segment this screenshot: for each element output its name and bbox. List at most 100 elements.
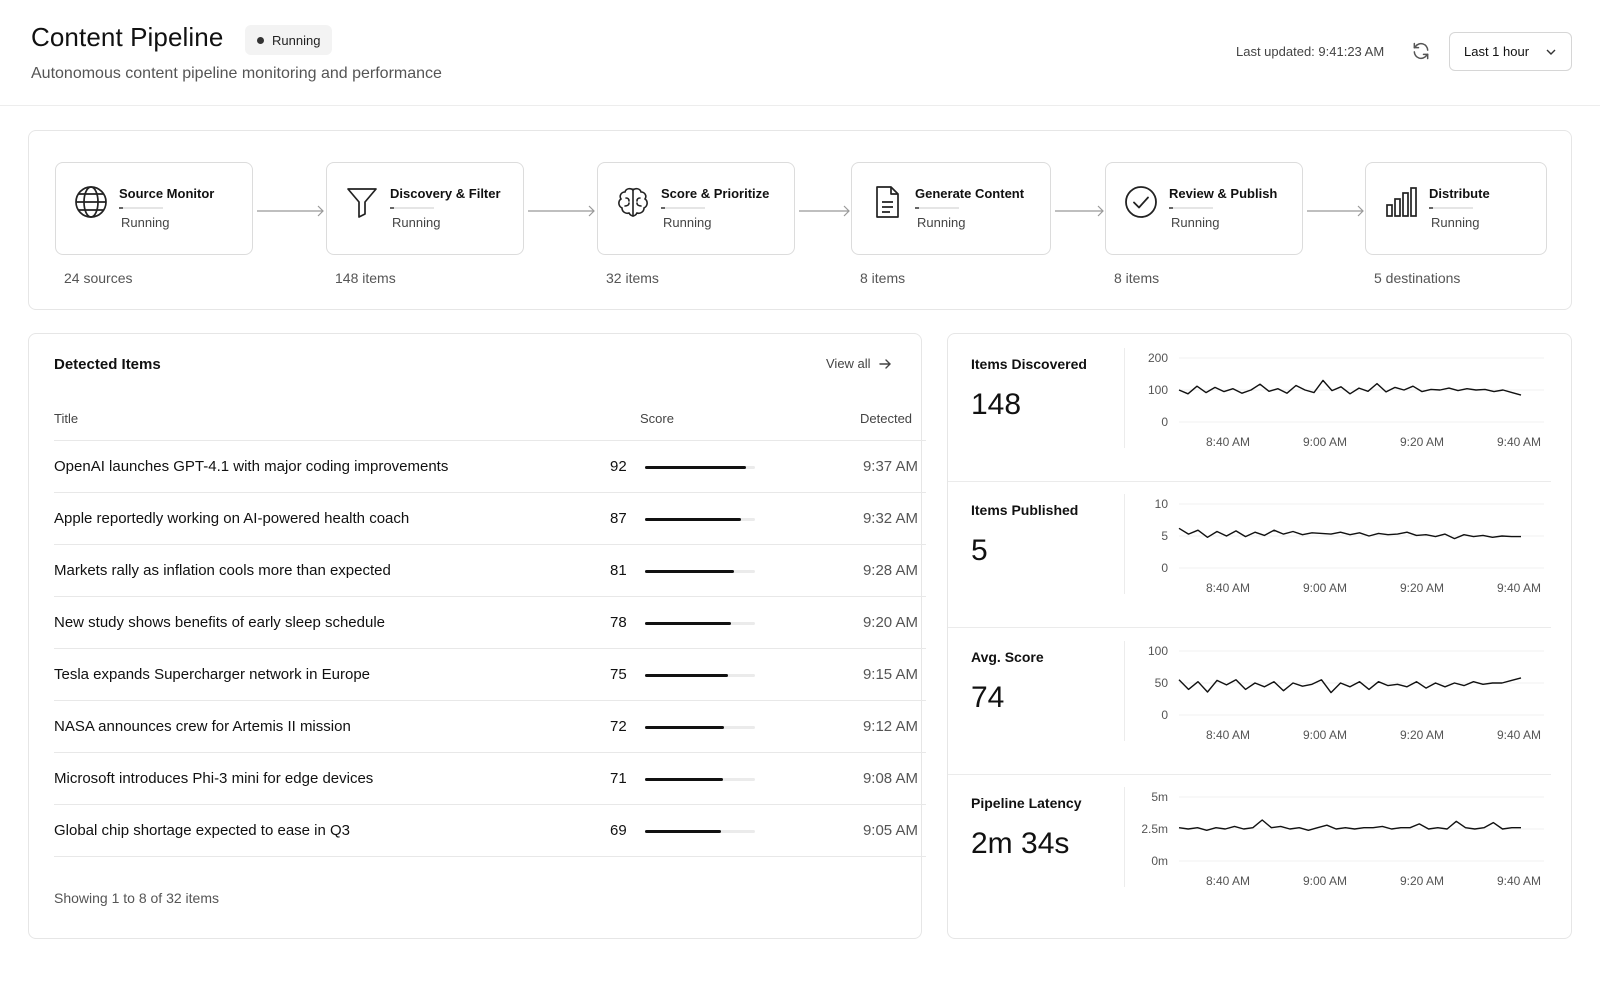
arrow-right-icon xyxy=(528,205,595,217)
arrow-right-icon xyxy=(878,358,891,369)
score-bar xyxy=(645,570,755,573)
page-subtitle: Autonomous content pipeline monitoring a… xyxy=(31,65,442,82)
score-bar xyxy=(645,726,755,729)
stage-count: 148 items xyxy=(335,270,396,286)
series-line xyxy=(1178,527,1521,540)
stage-generate-content[interactable]: Generate Content Running xyxy=(851,162,1051,255)
status-badge: Running xyxy=(245,25,333,55)
y-tick-label: 5m xyxy=(1151,790,1168,804)
metrics-card: Items Discovered 148 200 100 0 8:40 AM 9:00 AM… xyxy=(947,333,1572,939)
table-row[interactable]: New study shows benefits of early sleep … xyxy=(54,597,926,649)
score-bar xyxy=(645,674,755,677)
item-score: 87 xyxy=(610,510,627,527)
y-tick-label: 2.5m xyxy=(1141,822,1168,836)
stage-count: 8 items xyxy=(1114,270,1160,286)
item-title: Apple reportedly working on AI-powered h… xyxy=(54,510,410,527)
metric-label: Items Discovered xyxy=(971,356,1087,372)
time-range-select[interactable]: Last 1 hour xyxy=(1449,32,1572,71)
chevron-down-icon xyxy=(1546,49,1556,55)
item-detected-time: 9:28 AM xyxy=(862,562,918,579)
table-row[interactable]: Global chip shortage expected to ease in… xyxy=(54,805,926,857)
item-detected-time: 9:08 AM xyxy=(862,770,918,787)
item-detected-time: 9:15 AM xyxy=(862,666,918,683)
table-row[interactable]: Tesla expands Supercharger network in Eu… xyxy=(54,649,926,701)
metric-panel: Avg. Score 74 100 50 0 8:40 AM 9:00 AM 9:20 AM 9… xyxy=(948,627,1571,775)
item-score: 75 xyxy=(610,666,627,683)
stage-name: Review & Publish xyxy=(1169,186,1278,201)
stage-score-prioritize[interactable]: Score & Prioritize Running xyxy=(597,162,795,255)
column-header-detected[interactable]: Detected xyxy=(860,411,912,426)
score-bar xyxy=(645,622,755,625)
refresh-icon[interactable] xyxy=(1411,41,1431,61)
stage-status: Running xyxy=(392,215,441,230)
score-bar xyxy=(645,518,755,521)
stage-progress-fill xyxy=(915,207,920,209)
stage-progress-bar xyxy=(119,207,163,209)
stage-name: Generate Content xyxy=(915,186,1025,201)
stage-review-publish[interactable]: Review & Publish Running xyxy=(1105,162,1303,255)
y-tick-label: 0m xyxy=(1151,854,1168,868)
time-range-label: Last 1 hour xyxy=(1464,44,1530,59)
item-score: 69 xyxy=(610,822,627,839)
metric-panel: Items Published 5 10 5 0 8:40 AM 9:00 AM 9:20 A… xyxy=(948,480,1571,628)
stage-progress-fill xyxy=(1429,207,1434,209)
item-title: NASA announces crew for Artemis II missi… xyxy=(54,718,351,735)
table-row[interactable]: NASA announces crew for Artemis II missi… xyxy=(54,701,926,753)
table-row[interactable]: Markets rally as inflation cools more th… xyxy=(54,545,926,597)
table-row[interactable]: Microsoft introduces Phi-3 mini for edge… xyxy=(54,753,926,805)
sparkline-chart: 5m 2.5m 0m 8:40 AM 9:00 AM 9:20 AM 9:40 AM xyxy=(1141,790,1544,888)
stage-progress-fill xyxy=(390,207,395,209)
item-score: 78 xyxy=(610,614,627,631)
stage-progress-bar xyxy=(1429,207,1473,209)
table-row[interactable]: OpenAI launches GPT-4.1 with major codin… xyxy=(54,441,926,493)
last-updated: Last updated: 9:41:23 AM xyxy=(1236,44,1385,59)
column-header-score[interactable]: Score xyxy=(640,411,674,426)
arrow-right-icon xyxy=(799,205,850,217)
score-bar-fill xyxy=(645,778,724,781)
x-tick-label: 8:40 AM xyxy=(1206,874,1250,888)
sparkline-chart: 200 100 0 8:40 AM 9:00 AM 9:20 AM 9:40 AM xyxy=(1148,351,1544,449)
item-score: 81 xyxy=(610,562,627,579)
y-tick-label: 0 xyxy=(1161,415,1168,429)
series-line xyxy=(1178,677,1522,694)
score-bar-fill xyxy=(645,622,731,625)
document-icon xyxy=(876,186,899,218)
sparkline-chart: 100 50 0 8:40 AM 9:00 AM 9:20 AM 9:40 AM xyxy=(1148,644,1544,742)
stage-distribute[interactable]: Distribute Running xyxy=(1365,162,1547,255)
detected-items-card: Detected Items View all Title Score Dete… xyxy=(28,333,926,939)
metric-label: Items Published xyxy=(971,502,1079,518)
x-tick-label: 8:40 AM xyxy=(1206,435,1250,449)
series-line xyxy=(1178,379,1522,396)
y-tick-label: 0 xyxy=(1161,561,1168,575)
stage-source-monitor[interactable]: Source Monitor Running xyxy=(55,162,253,255)
x-tick-label: 9:40 AM xyxy=(1497,581,1541,595)
x-tick-label: 8:40 AM xyxy=(1206,581,1250,595)
stage-progress-fill xyxy=(661,207,666,209)
score-bar xyxy=(645,466,755,469)
item-detected-time: 9:32 AM xyxy=(862,510,918,527)
x-tick-label: 9:00 AM xyxy=(1303,874,1347,888)
item-title: Microsoft introduces Phi-3 mini for edge… xyxy=(54,770,374,787)
page-header: Content Pipeline Running Autonomous cont… xyxy=(0,0,1600,106)
stage-count: 32 items xyxy=(606,270,659,286)
y-tick-label: 10 xyxy=(1155,497,1169,511)
x-tick-label: 9:20 AM xyxy=(1400,874,1444,888)
stage-status: Running xyxy=(1171,215,1220,230)
item-detected-time: 9:12 AM xyxy=(862,718,918,735)
score-bar-fill xyxy=(645,674,728,677)
stage-name: Source Monitor xyxy=(119,186,215,201)
x-tick-label: 9:40 AM xyxy=(1497,435,1541,449)
stage-count: 8 items xyxy=(860,270,906,286)
column-header-title[interactable]: Title xyxy=(54,411,78,426)
metric-panel: Items Discovered 148 200 100 0 8:40 AM 9:00 AM… xyxy=(948,334,1571,482)
table-row[interactable]: Apple reportedly working on AI-powered h… xyxy=(54,493,926,545)
detected-items-title: Detected Items xyxy=(54,356,161,373)
metric-label: Avg. Score xyxy=(971,649,1044,665)
x-tick-label: 9:20 AM xyxy=(1400,581,1444,595)
stage-discovery-filter[interactable]: Discovery & Filter Running xyxy=(326,162,524,255)
stage-progress-fill xyxy=(119,207,124,209)
filter-icon xyxy=(347,188,377,218)
metric-value: 74 xyxy=(971,681,1005,714)
stage-status: Running xyxy=(1431,215,1480,230)
view-all-link[interactable]: View all xyxy=(826,356,892,371)
